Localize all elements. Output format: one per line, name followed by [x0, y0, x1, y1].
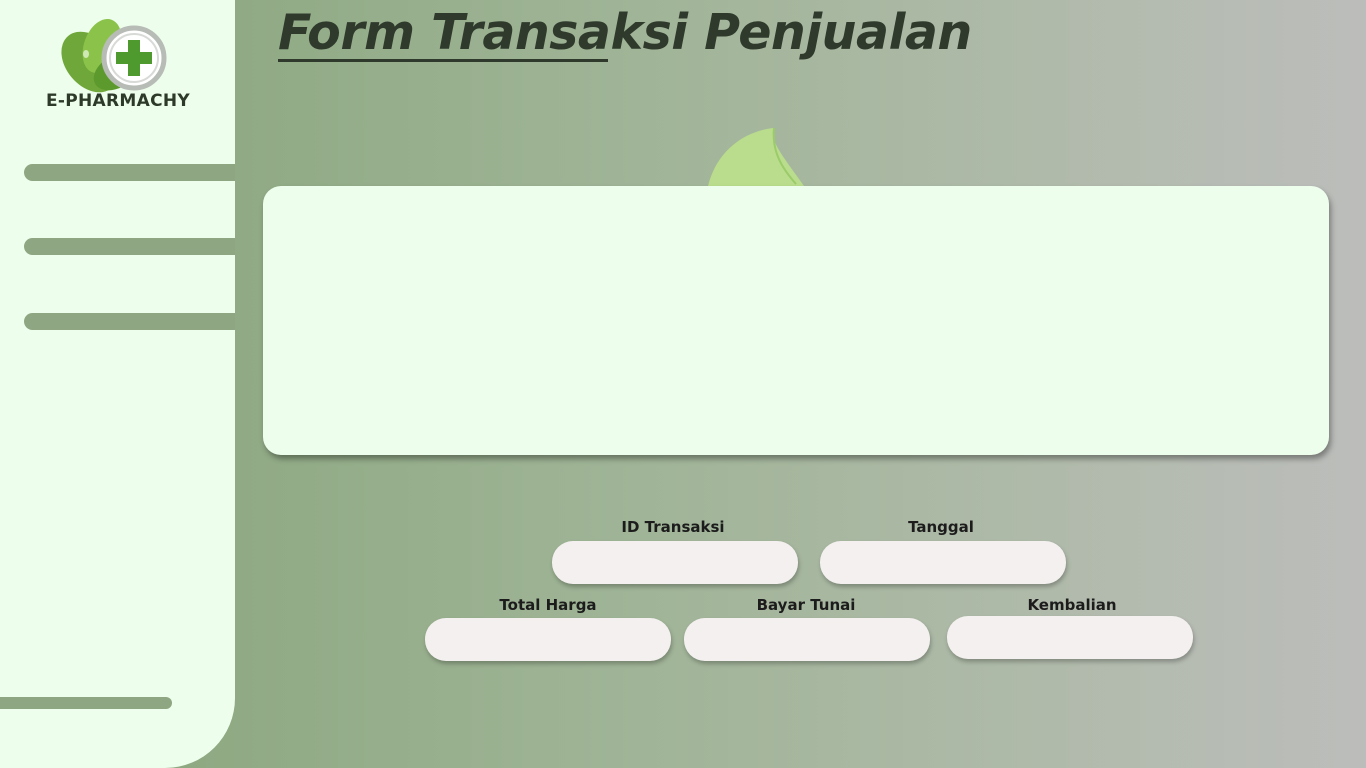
total-harga-input[interactable] [425, 618, 671, 661]
id-transaksi-input[interactable] [552, 541, 798, 584]
transaction-table-panel [263, 186, 1329, 455]
bayar-tunai-label: Bayar Tunai [756, 596, 856, 614]
brand-name: E-PHARMACHY [46, 91, 190, 111]
nav-item-3[interactable] [24, 313, 235, 330]
nav-item-1[interactable] [24, 164, 235, 181]
leaf-decoration-icon [708, 127, 804, 186]
tanggal-input[interactable] [820, 541, 1066, 584]
total-harga-label: Total Harga [499, 596, 597, 614]
kembalian-label: Kembalian [1027, 596, 1117, 614]
page-title: Form Transaksi Penjualan [278, 4, 972, 61]
bayar-tunai-input[interactable] [684, 618, 930, 661]
sidebar: E-PHARMACHY [0, 0, 235, 768]
id-transaksi-label: ID Transaksi [621, 518, 725, 536]
sidebar-bottom-bar [0, 697, 172, 709]
kembalian-input[interactable] [947, 616, 1193, 659]
nav-item-2[interactable] [24, 238, 235, 255]
title-underline [278, 59, 608, 62]
tanggal-label: Tanggal [908, 518, 974, 536]
